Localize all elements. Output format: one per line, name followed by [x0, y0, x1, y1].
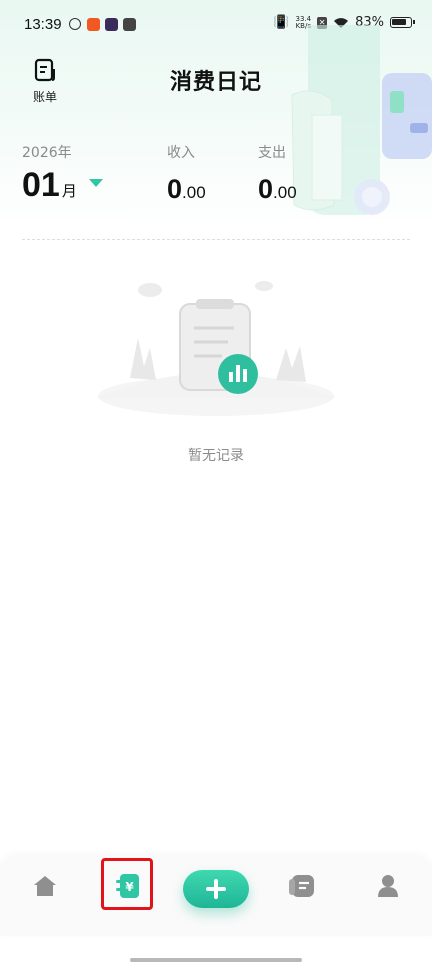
month-number: 01: [22, 166, 60, 204]
month-unit: 月: [61, 182, 77, 200]
page-title: 消费日记: [169, 70, 262, 95]
app-notification-icon: [105, 18, 118, 31]
app-notification-icon: [123, 18, 136, 31]
chevron-down-icon: [88, 178, 103, 187]
income-summary: 收入 0 .00: [167, 142, 206, 205]
month-selector[interactable]: 01 月: [22, 166, 103, 205]
add-icon: [206, 879, 226, 899]
income-value-int: 0: [167, 174, 183, 204]
empty-state-illustration: [96, 281, 336, 416]
expense-summary: 支出 0 .00: [258, 142, 297, 205]
home-indicator[interactable]: [130, 958, 302, 962]
tab-notes[interactable]: [286, 870, 318, 902]
year-label: 2026年: [22, 145, 72, 161]
income-value-dec: .00: [182, 183, 206, 202]
empty-state-message: 暂无记录: [188, 448, 244, 464]
app-notification-icon: [87, 18, 100, 31]
home-icon: [34, 876, 56, 896]
expense-value-int: 0: [258, 174, 274, 204]
income-label: 收入: [167, 145, 195, 161]
tab-home[interactable]: [29, 870, 61, 902]
add-record-button[interactable]: [183, 870, 249, 908]
active-tab-highlight: [101, 858, 153, 910]
notes-icon: [289, 875, 314, 897]
profile-icon: [378, 875, 398, 897]
app-notification-icon: [69, 18, 81, 30]
tab-profile[interactable]: [372, 870, 404, 902]
status-time: 13:39: [24, 16, 62, 33]
expense-label: 支出: [258, 145, 286, 161]
expense-value-dec: .00: [273, 183, 297, 202]
dashed-divider: [22, 239, 410, 240]
